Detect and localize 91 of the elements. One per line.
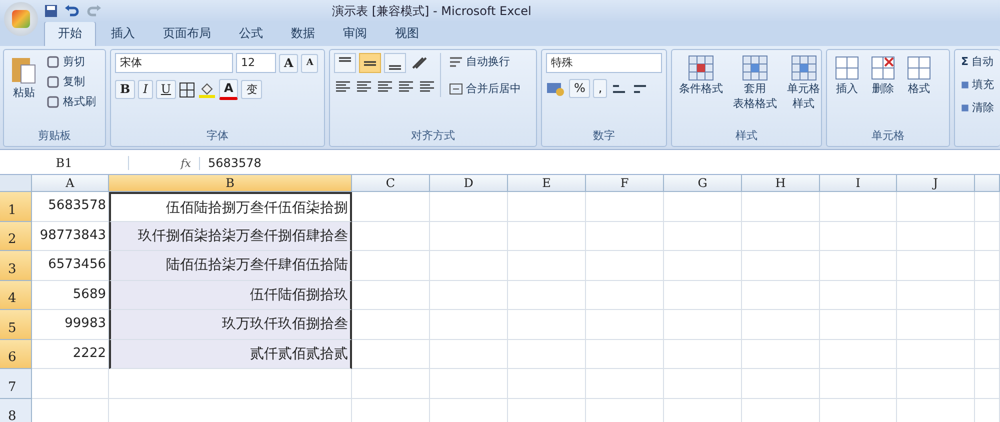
row-header[interactable]: 5 [0,310,32,340]
empty-cell [975,340,1000,369]
autosum-button[interactable]: Σ 自动 [959,53,996,70]
format-button[interactable]: U [156,80,176,99]
style-button[interactable]: 条件格式 [676,53,726,113]
formula-field[interactable]: 5683578 [200,156,262,170]
group-label: 样式 [734,128,758,144]
table-cell: 伍仟陆佰捌拾玖 [109,280,352,310]
group-label: 对齐方式 [410,128,456,144]
cells-button[interactable]: 删除 [867,53,899,98]
row-header[interactable]: 3 [0,251,32,280]
undo-icon[interactable] [64,4,80,18]
phonetic-button[interactable]: 变 [241,80,262,99]
currency-icon[interactable] [546,80,566,96]
table-cell: 玖仟捌佰柒拾柒万叁仟捌佰肆拾叁 [109,222,352,251]
style-button[interactable]: 单元格 样式 [784,53,823,113]
column-header[interactable]: E [508,175,586,192]
clipboard-button[interactable]: 剪切 [44,53,98,70]
name-box[interactable]: B1 [0,156,129,170]
cells-button[interactable]: 格式 [903,53,935,98]
percent-button[interactable]: % [569,79,590,98]
column-header[interactable]: B [109,175,352,192]
ribbon-tab[interactable]: 审阅 [330,22,380,46]
format-button[interactable]: I [138,80,153,99]
borders-icon[interactable] [179,82,196,98]
column-header[interactable]: C [352,175,430,192]
empty-cell [975,310,1000,340]
column-header[interactable]: G [664,175,742,192]
ribbon-tab[interactable]: 视图 [382,22,432,46]
vertical-align-icon[interactable] [384,53,406,73]
ribbon-tab[interactable]: 页面布局 [150,22,224,46]
group-label: 单元格 [870,128,906,144]
table-cell: 陆佰伍拾柒万叁仟肆佰伍拾陆 [109,251,352,280]
table-cell: 玖万玖仟玖佰捌拾叁 [109,310,352,340]
empty-cell [975,251,1000,280]
style-button[interactable]: 套用 表格格式 [730,53,780,113]
comma-button[interactable]: , [593,79,608,98]
ribbon-tab[interactable]: 公式 [226,22,276,46]
table-style-icon [688,55,714,81]
merge-center-button[interactable]: 合并后居中 [447,80,523,97]
row-header[interactable]: 7 [0,369,32,398]
group-label: 剪贴板 [37,128,72,144]
format-button[interactable]: B [115,80,136,99]
clipboard-button[interactable]: 格式刷 [44,93,98,110]
editing-button[interactable]: 填充 [959,76,996,93]
row-header[interactable]: 2 [0,222,32,251]
clipboard-icon [11,55,37,85]
column-header[interactable]: I [820,175,897,192]
editing-button[interactable]: 清除 [959,99,996,116]
empty-cell [975,222,1000,251]
ribbon-tab[interactable]: 数据 [278,22,328,46]
wrap-text-button[interactable]: 自动换行 [447,53,523,70]
empty-cell [975,280,1000,310]
vertical-align-icon[interactable] [334,53,356,73]
window-title: 演示表 [兼容模式] - Microsoft Excel [332,2,532,20]
column-header[interactable]: A [32,175,109,192]
paste-button[interactable]: 粘贴 [8,53,40,110]
row-header[interactable]: 8 [0,398,32,422]
number-format-field[interactable]: 特殊 [546,53,662,73]
fill-color-icon[interactable] [198,80,216,98]
font-size-field[interactable]: 12 [236,53,276,73]
group-label: 数字 [592,128,616,144]
grid-icon [834,55,860,81]
save-icon[interactable] [44,4,58,18]
empty-cell [975,369,1000,398]
cells-button[interactable]: 插入 [831,53,863,98]
font-name-field[interactable]: 宋体 [115,53,233,73]
table-style-icon [790,55,816,81]
ribbon-tab[interactable]: 插入 [98,22,148,46]
vertical-align-icon[interactable] [359,53,381,73]
column-header[interactable]: H [742,175,820,192]
table-cell: 伍佰陆拾捌万叁仟伍佰柒拾捌 [109,192,352,222]
shrink-font-button[interactable]: A [301,54,318,72]
font-color-button[interactable]: A [219,79,238,100]
table-style-icon [742,55,768,81]
group-label: 字体 [206,128,230,144]
row-header[interactable]: 4 [0,280,32,310]
grow-font-button[interactable]: A [279,54,298,72]
grid-icon [906,55,932,81]
ribbon-tab[interactable]: 开始 [44,21,96,46]
column-header[interactable]: J [897,175,975,192]
grid-icon [870,55,896,81]
column-header[interactable]: F [586,175,664,192]
table-cell: 贰仟贰佰贰拾贰 [109,340,352,369]
column-header[interactable]: D [430,175,508,192]
row-header[interactable]: 6 [0,340,32,369]
merge-icon [449,82,463,96]
row-header[interactable]: 1 [0,192,32,222]
wrap-icon [449,54,463,68]
clipboard-button[interactable]: 复制 [44,73,98,90]
insert-function-button[interactable]: fx [129,156,200,170]
